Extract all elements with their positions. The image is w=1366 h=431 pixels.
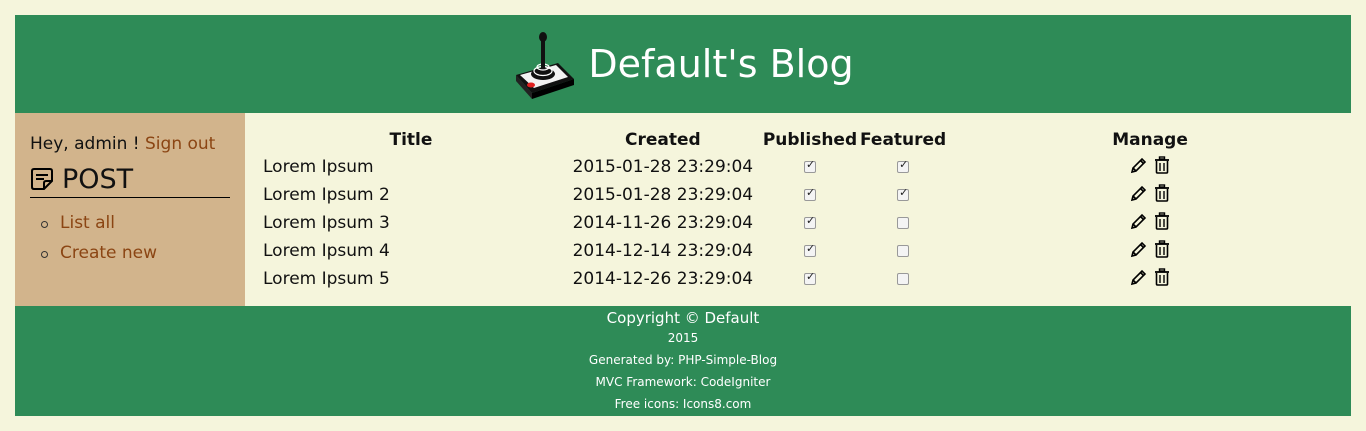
create-new-link[interactable]: Create new (60, 243, 157, 263)
published-checkbox[interactable] (803, 158, 816, 173)
footer-generated-by: Generated by: PHP-Simple-Blog (588, 353, 778, 367)
post-created: 2014-11-26 23:29:04 (572, 213, 754, 233)
note-icon (31, 168, 53, 190)
table-row: Lorem Ipsum 2015-01-28 23:29:04 (259, 153, 1351, 181)
manage-actions (1130, 267, 1170, 291)
joystick-icon (516, 32, 575, 99)
trash-icon[interactable] (1154, 155, 1170, 179)
pencil-icon[interactable] (1130, 240, 1148, 263)
table-row: Lorem Ipsum 2 2015-01-28 23:29:04 (259, 181, 1351, 209)
manage-actions (1130, 155, 1170, 179)
manage-actions (1130, 211, 1170, 235)
post-title: Lorem Ipsum 2 (263, 185, 390, 205)
post-title: Lorem Ipsum 4 (263, 241, 390, 261)
post-created: 2015-01-28 23:29:04 (572, 185, 754, 205)
table-row: Lorem Ipsum 3 2014-11-26 23:29:04 (259, 209, 1351, 237)
menu-item-list-all: List all (40, 213, 157, 243)
user-greeting: Hey, admin ! Sign out (30, 134, 215, 154)
greeting-text: Hey, admin ! (30, 134, 140, 154)
footer-year: 2015 (667, 331, 699, 345)
footer-framework: MVC Framework: CodeIgniter (595, 375, 771, 389)
site-title: Default's Blog (588, 42, 854, 86)
list-all-link[interactable]: List all (60, 213, 115, 233)
published-checkbox[interactable] (803, 242, 816, 257)
sign-out-link[interactable]: Sign out (145, 134, 215, 154)
post-menu: List all Create new (40, 213, 157, 273)
published-checkbox[interactable] (803, 214, 816, 229)
main-content: Title Created Published Featured Manage … (245, 113, 1351, 306)
column-header-published: Published (762, 130, 858, 150)
published-checkbox[interactable] (803, 186, 816, 201)
post-title: Lorem Ipsum 5 (263, 269, 390, 289)
published-checkbox[interactable] (803, 270, 816, 285)
pencil-icon[interactable] (1130, 156, 1148, 179)
trash-icon[interactable] (1154, 183, 1170, 207)
footer-copyright: Copyright © Default (606, 309, 760, 327)
sidebar: Hey, admin ! Sign out POST List all Crea… (15, 113, 245, 306)
post-created: 2015-01-28 23:29:04 (572, 157, 754, 177)
manage-actions (1130, 183, 1170, 207)
trash-icon[interactable] (1154, 239, 1170, 263)
post-section-title: POST (62, 164, 134, 195)
manage-actions (1130, 239, 1170, 263)
featured-checkbox[interactable] (897, 158, 910, 173)
footer-icons-credit: Free icons: Icons8.com (614, 397, 752, 411)
table-header-row: Title Created Published Featured Manage (259, 127, 1351, 153)
post-title: Lorem Ipsum 3 (263, 213, 390, 233)
post-section-heading: POST (30, 164, 230, 198)
post-created: 2014-12-14 23:29:04 (572, 241, 754, 261)
column-header-manage: Manage (1112, 130, 1188, 150)
menu-item-create-new: Create new (40, 243, 157, 273)
post-created: 2014-12-26 23:29:04 (572, 269, 754, 289)
table-row: Lorem Ipsum 5 2014-12-26 23:29:04 (259, 265, 1351, 293)
table-row: Lorem Ipsum 4 2014-12-14 23:29:04 (259, 237, 1351, 265)
featured-checkbox[interactable] (897, 186, 910, 201)
post-title: Lorem Ipsum (263, 157, 374, 177)
featured-checkbox[interactable] (897, 245, 910, 257)
pencil-icon[interactable] (1130, 268, 1148, 291)
posts-table: Title Created Published Featured Manage … (259, 127, 1351, 293)
column-header-featured: Featured (859, 130, 947, 150)
site-footer: Copyright © Default 2015 Generated by: P… (15, 306, 1351, 416)
column-header-created: Created (625, 130, 701, 150)
featured-checkbox[interactable] (897, 273, 910, 285)
trash-icon[interactable] (1154, 267, 1170, 291)
trash-icon[interactable] (1154, 211, 1170, 235)
site-header: Default's Blog (15, 15, 1351, 113)
pencil-icon[interactable] (1130, 184, 1148, 207)
column-header-title: Title (389, 130, 433, 150)
pencil-icon[interactable] (1130, 212, 1148, 235)
featured-checkbox[interactable] (897, 217, 910, 229)
